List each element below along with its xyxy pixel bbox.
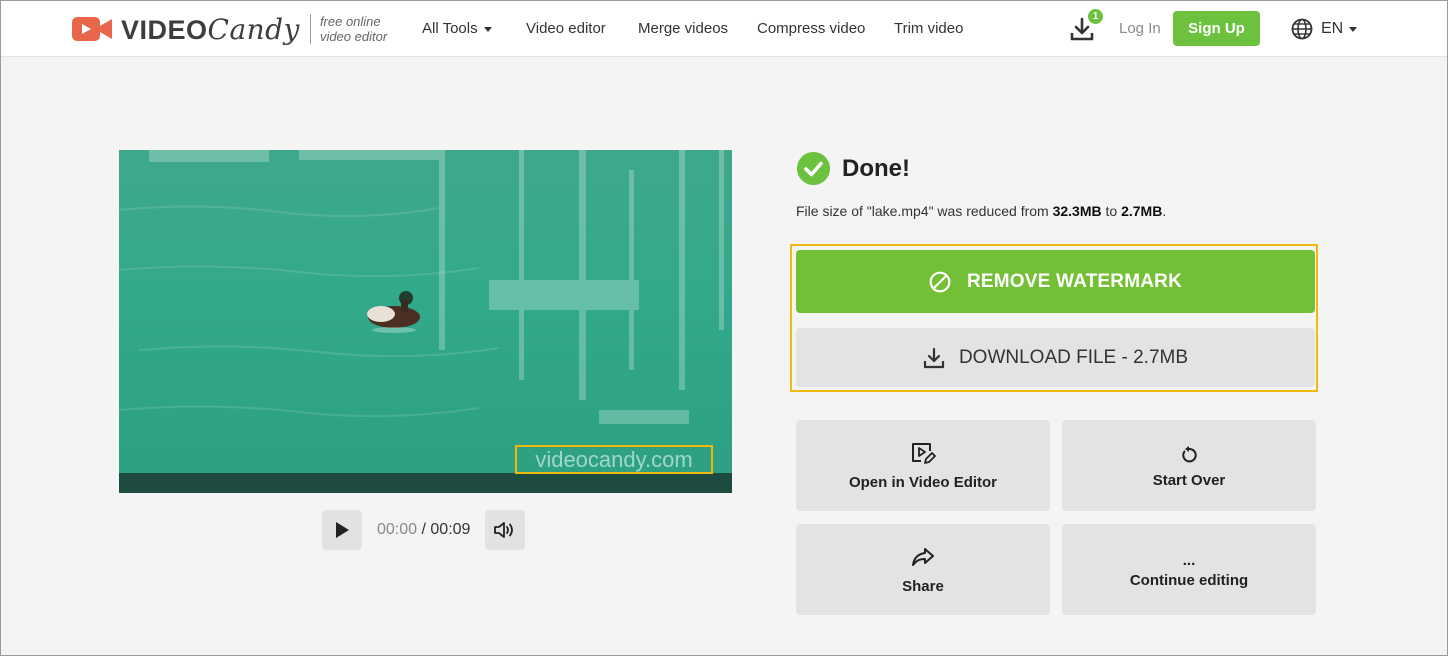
share-arrow-icon	[912, 548, 934, 566]
compression-summary: File size of "lake.mp4" was reduced from…	[796, 203, 1167, 219]
volume-icon	[494, 522, 514, 538]
remove-watermark-button[interactable]: REMOVE WATERMARK	[796, 250, 1315, 313]
play-button[interactable]	[322, 510, 362, 550]
play-icon	[336, 522, 349, 538]
continue-editing-button[interactable]: ... Continue editing	[1062, 524, 1316, 615]
site-logo[interactable]: VIDEOCandy free online video editor	[71, 11, 387, 47]
check-circle-icon	[797, 152, 830, 185]
share-button[interactable]: Share	[796, 524, 1050, 615]
logo-tagline: free online video editor	[319, 14, 388, 44]
duck	[367, 291, 420, 333]
edit-video-icon	[912, 443, 936, 464]
restart-icon	[1182, 446, 1197, 463]
video-progress-bar[interactable]	[119, 473, 732, 493]
nav-compress-video[interactable]: Compress video	[757, 20, 865, 37]
video-preview[interactable]: videocandy.com	[119, 150, 732, 493]
watermark-overlay: videocandy.com	[515, 445, 713, 474]
video-frame-image	[119, 150, 724, 424]
remove-watermark-label: REMOVE WATERMARK	[966, 270, 1182, 292]
logo-wordmark: VIDEOCandy	[121, 12, 300, 46]
nav-video-editor[interactable]: Video editor	[526, 20, 606, 37]
downloads-count-badge: 1	[1088, 9, 1103, 24]
time-display: 00:00 / 00:09	[377, 521, 471, 538]
video-camera-icon	[72, 17, 112, 41]
continue-editing-label: Continue editing	[1129, 572, 1249, 589]
download-file-button[interactable]: DOWNLOAD FILE - 2.7MB	[796, 328, 1315, 387]
open-in-editor-label: Open in Video Editor	[848, 474, 998, 491]
download-file-label: DOWNLOAD FILE - 2.7MB	[958, 346, 1189, 368]
login-link[interactable]: Log In	[1119, 20, 1161, 37]
download-icon	[923, 347, 945, 368]
prohibited-icon	[929, 271, 951, 292]
signup-button[interactable]: Sign Up	[1173, 11, 1260, 46]
video-controls: 00:00 / 00:09	[322, 510, 526, 550]
language-selector[interactable]: EN	[1291, 17, 1358, 41]
more-dots-icon: ...	[1182, 551, 1196, 569]
language-label: EN	[1321, 20, 1344, 37]
share-label: Share	[902, 578, 944, 595]
nav-trim-video[interactable]: Trim video	[894, 20, 963, 37]
start-over-label: Start Over	[1152, 472, 1226, 489]
caret-down-icon	[1349, 26, 1358, 32]
nav-merge-videos[interactable]: Merge videos	[638, 20, 728, 37]
top-header: VIDEOCandy free online video editor All …	[1, 1, 1447, 57]
open-in-editor-button[interactable]: Open in Video Editor	[796, 420, 1050, 511]
globe-icon	[1291, 18, 1313, 40]
done-title: Done!	[842, 155, 910, 182]
start-over-button[interactable]: Start Over	[1062, 420, 1316, 511]
caret-down-icon	[483, 26, 492, 32]
nav-all-tools[interactable]: All Tools	[422, 20, 492, 37]
volume-button[interactable]	[485, 510, 526, 550]
logo-divider	[309, 14, 311, 44]
